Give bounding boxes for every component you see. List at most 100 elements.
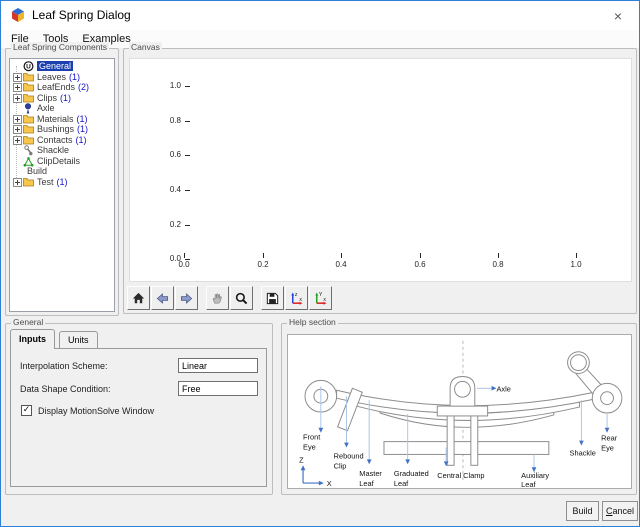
clamp-plate [437,406,487,416]
x-tick-mark [498,253,499,258]
folder-icon [23,177,35,188]
components-tree: U General Leaves (1) LeafEnds (2) Clips [9,58,115,312]
tree-item-count: (2) [78,82,89,92]
auxiliary-leaf-label: Leaf [521,480,536,488]
folder-icon [23,82,35,93]
tree-item-leafends[interactable]: LeafEnds (2) [12,82,114,92]
graduated-leaf-label: Leaf [394,479,409,488]
svg-text:U: U [26,63,31,70]
z-axis-label: Z [299,455,304,464]
checkbox-checked-icon[interactable]: ✓ [21,405,32,416]
y-tick-label: 0.4 [150,186,181,194]
master-leaf-label: Master [359,469,382,478]
tab-units[interactable]: Units [59,331,98,348]
tree-item-axle[interactable]: Axle [12,103,114,113]
forward-button[interactable] [175,286,198,310]
expander-plus-icon[interactable] [13,178,22,187]
y-tick-mark [185,155,190,156]
auxiliary-leaf-shape [384,442,549,455]
tree-item-general[interactable]: U General [12,61,114,71]
display-motionsolve-checkbox-row: ✓ Display MotionSolve Window [21,405,154,416]
y-tick-label: 0.6 [150,151,181,159]
view-zx-button[interactable]: z x [285,286,308,310]
pan-hand-icon [210,291,225,306]
general-circled-u-icon: U [23,61,35,72]
tree-item-count: (1) [76,135,87,145]
x-tick-mark [420,253,421,258]
components-groupbox: Leaf Spring Components U General Leaves … [5,48,119,316]
x-tick-label: 0.2 [248,261,278,269]
tree-item-clipdetails[interactable]: ClipDetails [12,156,114,166]
y-tick-label: 0.2 [150,221,181,229]
expander-plus-icon[interactable] [13,94,22,103]
x-tick-mark [576,253,577,258]
title-bar: Leaf Spring Dialog × [1,1,639,30]
home-button[interactable] [127,286,150,310]
tree-item-clips[interactable]: Clips (1) [12,93,114,103]
tree-item-label: Leaves [37,72,66,82]
x-tick-mark [263,253,264,258]
cancel-button[interactable]: Cancel [602,501,638,521]
y-tick-mark [185,190,190,191]
expander-plus-icon[interactable] [13,73,22,82]
pan-button[interactable] [206,286,229,310]
tree-item-shackle[interactable]: Shackle [12,145,114,155]
tree-item-test[interactable]: Test (1) [12,177,114,187]
x-tick-mark [184,253,185,258]
tree-item-label: Test [37,177,54,187]
close-button[interactable]: × [603,5,633,26]
shackle-label: Shackle [570,448,596,457]
data-shape-condition-input[interactable] [178,381,258,396]
tree-item-label: Build [27,166,47,176]
tree-item-count: (1) [57,177,68,187]
data-shape-condition-label: Data Shape Condition: [20,384,111,394]
tree-item-label: Contacts [37,135,73,145]
expander-plus-icon[interactable] [13,83,22,92]
y-tick-mark [185,86,190,87]
expander-plus-icon[interactable] [13,136,22,145]
tree-item-leaves[interactable]: Leaves (1) [12,72,114,82]
axle-hole [455,381,471,397]
y-tick-label: 0.8 [150,117,181,125]
tree-item-label: LeafEnds [37,82,75,92]
yx-axes-icon: Y x [313,291,328,306]
expander-plus-icon[interactable] [13,115,22,124]
rear-eye-label: Eye [601,443,614,452]
home-icon [131,291,146,306]
tree-item-contacts[interactable]: Contacts (1) [12,135,114,145]
shackle-pivot-inner [571,355,587,371]
leaf-spring-diagram: Axle Front Eye Rebound Clip Master Leaf … [287,334,632,489]
view-yx-button[interactable]: Y x [309,286,332,310]
tree-item-bushings[interactable]: Bushings (1) [12,124,114,134]
clip-details-icon [23,156,35,167]
save-button[interactable] [261,286,284,310]
rear-eye-hole [601,392,614,405]
rebound-clip-label: Clip [334,461,347,470]
tab-inputs[interactable]: Inputs [10,329,55,349]
plot-area[interactable]: 1.0 0.8 0.6 0.4 0.2 0.0 0.0 0.2 0.4 0.6 … [129,58,632,282]
x-tick-mark [341,253,342,258]
tree-item-count: (1) [60,93,71,103]
floppy-save-icon [265,291,280,306]
tree-item-build[interactable]: Build [12,166,114,176]
graduated-leaf-label: Graduated [394,469,429,478]
back-button[interactable] [151,286,174,310]
x-tick-label: 0.4 [326,261,356,269]
window-title: Leaf Spring Dialog [32,1,131,30]
back-arrow-icon [155,291,170,306]
y-tick-mark [185,225,190,226]
canvas-groupbox: Canvas 1.0 0.8 0.6 0.4 0.2 0.0 0.0 0.2 0… [123,48,637,314]
expander-plus-icon[interactable] [13,125,22,134]
x-tick-label: 0.6 [405,261,435,269]
tree-item-materials[interactable]: Materials (1) [12,114,114,124]
tree-item-label: Bushings [37,124,74,134]
interpolation-scheme-label: Interpolation Scheme: [20,361,108,371]
clamp-bar-right [471,414,478,465]
zoom-button[interactable] [230,286,253,310]
build-button[interactable]: Build [566,501,599,521]
leaf-spring-dialog-window: Leaf Spring Dialog × File Tools Examples… [0,0,640,527]
magnifier-icon [234,291,249,306]
zx-axes-icon: z x [289,291,304,306]
interpolation-scheme-input[interactable] [178,358,258,373]
tree-item-label: Materials [37,114,74,124]
